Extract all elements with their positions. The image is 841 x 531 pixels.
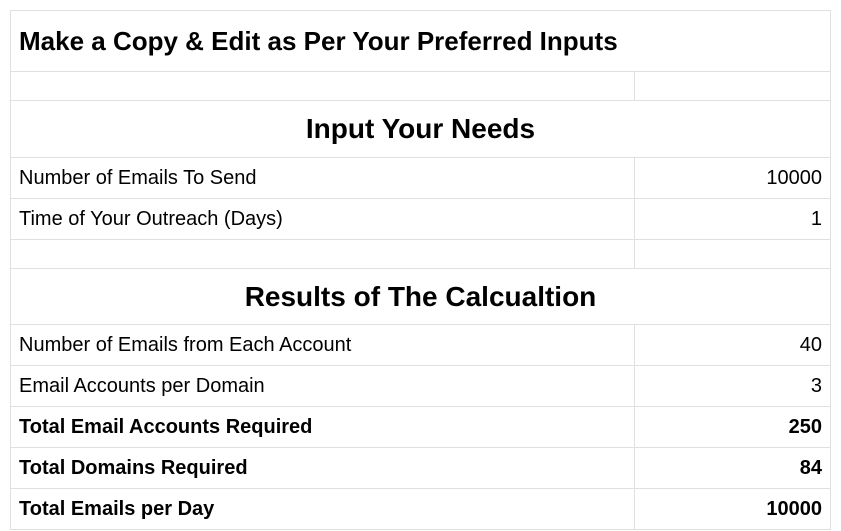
input-row-emails: Number of Emails To Send 10000: [10, 157, 831, 198]
result-label: Email Accounts per Domain: [10, 366, 635, 406]
input-label-emails: Number of Emails To Send: [10, 158, 635, 198]
input-label-days: Time of Your Outreach (Days): [10, 199, 635, 239]
inputs-header-row: Input Your Needs: [10, 100, 831, 156]
input-value-days[interactable]: 1: [635, 199, 831, 239]
empty-cell: [635, 72, 831, 100]
result-row-emails-per-account: Number of Emails from Each Account 40: [10, 324, 831, 365]
result-label: Total Email Accounts Required: [10, 407, 635, 447]
result-value: 250: [635, 407, 831, 447]
result-label: Number of Emails from Each Account: [10, 325, 635, 365]
result-value: 84: [635, 448, 831, 488]
result-row-accounts-per-domain: Email Accounts per Domain 3: [10, 365, 831, 406]
spacer-row: [10, 71, 831, 100]
inputs-section-header: Input Your Needs: [10, 101, 831, 156]
empty-cell: [10, 72, 635, 100]
empty-cell: [635, 240, 831, 268]
result-row-total-accounts: Total Email Accounts Required 250: [10, 406, 831, 447]
spacer-row: [10, 239, 831, 268]
input-value-emails[interactable]: 10000: [635, 158, 831, 198]
input-row-days: Time of Your Outreach (Days) 1: [10, 198, 831, 239]
result-row-total-domains: Total Domains Required 84: [10, 447, 831, 488]
result-value: 40: [635, 325, 831, 365]
result-value: 10000: [635, 489, 831, 529]
empty-cell: [10, 240, 635, 268]
result-row-total-emails-per-day: Total Emails per Day 10000: [10, 488, 831, 530]
spreadsheet-table: Make a Copy & Edit as Per Your Preferred…: [10, 10, 831, 530]
results-header-row: Results of The Calcualtion: [10, 268, 831, 324]
result-value: 3: [635, 366, 831, 406]
page-title: Make a Copy & Edit as Per Your Preferred…: [10, 11, 831, 71]
result-label: Total Emails per Day: [10, 489, 635, 529]
result-label: Total Domains Required: [10, 448, 635, 488]
title-row: Make a Copy & Edit as Per Your Preferred…: [10, 10, 831, 71]
results-section-header: Results of The Calcualtion: [10, 269, 831, 324]
